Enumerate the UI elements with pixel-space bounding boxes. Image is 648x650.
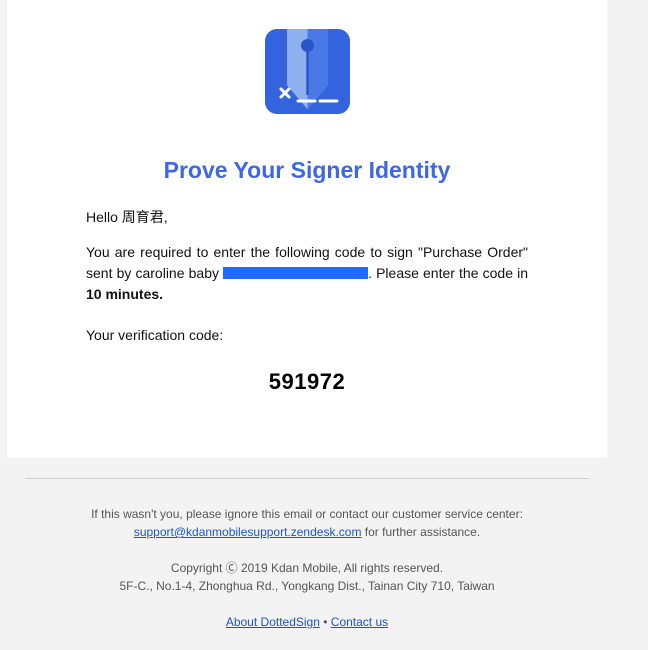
dottedsign-logo-icon <box>265 29 350 114</box>
footer-links-line: About DottedSign • Contact us <box>0 613 614 631</box>
address-text: 5F-C., No.1-4, Zhonghua Rd., Yongkang Di… <box>119 579 495 593</box>
notice-suffix: for further assistance. <box>361 525 481 539</box>
minutes-text: 10 minutes. <box>86 286 164 302</box>
instruction-text: You are required to enter the following … <box>86 244 528 302</box>
redacted-sender-email-link[interactable] <box>223 267 369 279</box>
support-email-link[interactable]: support@kdanmobilesupport.zendesk.com <box>134 525 362 539</box>
about-dottedsign-link[interactable]: About DottedSign <box>226 615 320 629</box>
link-separator: • <box>319 615 331 629</box>
footer-links: About DottedSign • Contact us <box>0 613 614 631</box>
footer-copyright: Copyright Ⓒ 2019 Kdan Mobile, All rights… <box>0 559 614 595</box>
footer-notice: If this wasn't you, please ignore this e… <box>0 505 614 541</box>
code-label: Your verification code: <box>86 327 224 343</box>
email-card: Prove Your Signer Identity Hello 周育君, Yo… <box>7 0 607 458</box>
notice-support-line: support@kdanmobilesupport.zendesk.com fo… <box>0 523 614 541</box>
instruction-part2: Please enter the code in <box>371 265 528 281</box>
verification-code: 591972 <box>268 369 346 394</box>
notice-text: If this wasn't you, please ignore this e… <box>91 507 523 521</box>
email-body: Hello 周育君, You are required to enter the… <box>86 207 528 346</box>
greeting-text: Hello 周育君, <box>86 209 168 225</box>
footer-divider <box>25 478 589 479</box>
page-title: Prove Your Signer Identity <box>163 157 451 183</box>
contact-us-link[interactable]: Contact us <box>331 615 388 629</box>
copyright-text: Copyright Ⓒ 2019 Kdan Mobile, All rights… <box>170 561 444 575</box>
